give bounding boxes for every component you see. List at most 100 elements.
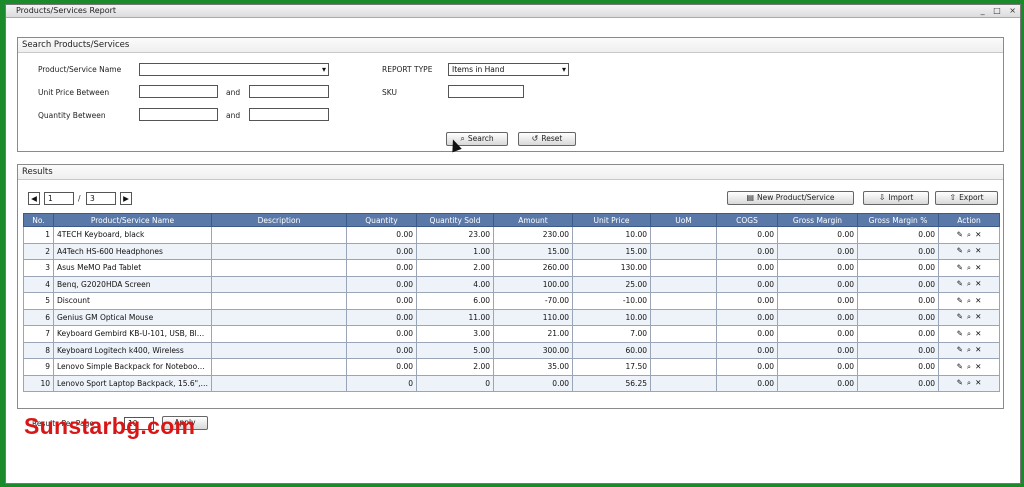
cell-sold: 5.00 xyxy=(416,341,494,359)
new-product-button[interactable]: ▤ New Product/Service xyxy=(727,191,854,205)
column-header[interactable]: Gross Margin xyxy=(777,213,858,227)
report-type-select[interactable]: Items in Hand xyxy=(448,63,569,76)
edit-icon[interactable]: ✎ xyxy=(957,230,963,239)
cell-gm: 0.00 xyxy=(777,242,858,260)
delete-icon[interactable]: ✕ xyxy=(975,329,981,338)
view-icon[interactable]: ⌕ xyxy=(967,378,971,387)
column-header[interactable]: COGS xyxy=(716,213,778,227)
chevron-right-icon: ▶ xyxy=(123,194,129,203)
edit-icon[interactable]: ✎ xyxy=(957,345,963,354)
cell-unit: 25.00 xyxy=(572,275,651,293)
unit-price-max-input[interactable] xyxy=(249,85,329,98)
edit-icon[interactable]: ✎ xyxy=(957,329,963,338)
page-current-input[interactable]: 1 xyxy=(44,192,74,205)
view-icon[interactable]: ⌕ xyxy=(967,345,971,354)
cell-gm: 0.00 xyxy=(777,226,858,244)
table-row[interactable]: 5 Discount 0.00 6.00 -70.00 -10.00 0.00 0.00 0.0… xyxy=(23,292,1000,310)
edit-icon[interactable]: ✎ xyxy=(957,246,963,255)
import-label: Import xyxy=(888,193,914,202)
edit-icon[interactable]: ✎ xyxy=(957,279,963,288)
delete-icon[interactable]: ✕ xyxy=(975,296,981,305)
cell-unit: 56.25 xyxy=(572,374,651,392)
column-header[interactable]: Action xyxy=(938,213,1000,227)
column-header[interactable]: UoM xyxy=(650,213,717,227)
cell-uom xyxy=(650,275,717,293)
cell-gm: 0.00 xyxy=(777,341,858,359)
table-row[interactable]: 7 Keyboard Gembird KB-U-101, USB, Black 0.… xyxy=(23,325,1000,343)
import-button[interactable]: ⇩ Import xyxy=(863,191,929,205)
delete-icon[interactable]: ✕ xyxy=(975,230,981,239)
quantity-min-input[interactable] xyxy=(139,108,218,121)
export-button[interactable]: ⇧ Export xyxy=(935,191,998,205)
cell-sold: 2.00 xyxy=(416,259,494,277)
column-header[interactable]: Amount xyxy=(493,213,573,227)
results-panel: Results ◀ 1 / 3 ▶ ▤ New Product/Service ⇩… xyxy=(17,164,1004,409)
quantity-max-input[interactable] xyxy=(249,108,329,121)
table-row[interactable]: 4 Benq, G2020HDA Screen 0.00 4.00 100.00 25.0… xyxy=(23,275,1000,293)
cell-unit: -10.00 xyxy=(572,292,651,310)
column-header[interactable]: Product/Service Name xyxy=(53,213,212,227)
cell-sold: 11.00 xyxy=(416,308,494,326)
edit-icon[interactable]: ✎ xyxy=(957,362,963,371)
prev-page-button[interactable]: ◀ xyxy=(28,192,40,205)
maximize-icon[interactable]: □ xyxy=(993,6,1001,15)
view-icon[interactable]: ⌕ xyxy=(967,279,971,288)
view-icon[interactable]: ⌕ xyxy=(967,312,971,321)
view-icon[interactable]: ⌕ xyxy=(967,263,971,272)
table-row[interactable]: 10 Lenovo Sport Laptop Backpack, 15.6", B… xyxy=(23,374,1000,392)
sku-input[interactable] xyxy=(448,85,524,98)
view-icon[interactable]: ⌕ xyxy=(967,329,971,338)
title-bar: Products/Services Report _ □ × xyxy=(6,5,1020,18)
cell-qty: 0.00 xyxy=(346,325,417,343)
column-header[interactable]: Gross Margin % xyxy=(857,213,939,227)
cell-no: 4 xyxy=(23,275,54,293)
edit-icon[interactable]: ✎ xyxy=(957,263,963,272)
table-row[interactable]: 9 Lenovo Simple Backpack for Notebook 15.… xyxy=(23,358,1000,376)
delete-icon[interactable]: ✕ xyxy=(975,312,981,321)
cell-qty: 0.00 xyxy=(346,226,417,244)
close-icon[interactable]: × xyxy=(1009,6,1016,15)
edit-icon[interactable]: ✎ xyxy=(957,378,963,387)
delete-icon[interactable]: ✕ xyxy=(975,279,981,288)
view-icon[interactable]: ⌕ xyxy=(967,362,971,371)
cell-uom xyxy=(650,374,717,392)
view-icon[interactable]: ⌕ xyxy=(967,246,971,255)
delete-icon[interactable]: ✕ xyxy=(975,345,981,354)
column-header[interactable]: Unit Price xyxy=(572,213,651,227)
row-actions: ✎ ⌕ ✕ xyxy=(938,308,1000,326)
table-row[interactable]: 2 A4Tech HS-600 Headphones 0.00 1.00 15.00 15… xyxy=(23,242,1000,260)
delete-icon[interactable]: ✕ xyxy=(975,246,981,255)
cell-gm: 0.00 xyxy=(777,275,858,293)
table-row[interactable]: 6 Genius GM Optical Mouse 0.00 11.00 110.00 1… xyxy=(23,308,1000,326)
minimize-icon[interactable]: _ xyxy=(981,6,985,15)
table-row[interactable]: 8 Keyboard Logitech k400, Wireless 0.00 5.0… xyxy=(23,341,1000,359)
delete-icon[interactable]: ✕ xyxy=(975,378,981,387)
product-name-select[interactable] xyxy=(139,63,329,76)
table-row[interactable]: 3 Asus MeMO Pad Tablet 0.00 2.00 260.00 130.0… xyxy=(23,259,1000,277)
unit-price-and-label: and xyxy=(226,88,241,97)
table-row[interactable]: 1 4TECH Keyboard, black 0.00 23.00 230.00 10.… xyxy=(23,226,1000,244)
import-icon: ⇩ xyxy=(878,193,886,202)
cell-name: A4Tech HS-600 Headphones xyxy=(53,242,212,260)
reset-button[interactable]: ↺ Reset xyxy=(518,132,576,146)
reset-icon: ↺ xyxy=(531,134,539,143)
column-header[interactable]: Description xyxy=(211,213,347,227)
edit-icon[interactable]: ✎ xyxy=(957,312,963,321)
cell-amount: 15.00 xyxy=(493,242,573,260)
next-page-button[interactable]: ▶ xyxy=(120,192,132,205)
column-header[interactable]: No. xyxy=(23,213,54,227)
delete-icon[interactable]: ✕ xyxy=(975,362,981,371)
cell-qty: 0 xyxy=(346,374,417,392)
delete-icon[interactable]: ✕ xyxy=(975,263,981,272)
unit-price-min-input[interactable] xyxy=(139,85,218,98)
view-icon[interactable]: ⌕ xyxy=(967,230,971,239)
view-icon[interactable]: ⌕ xyxy=(967,296,971,305)
row-actions: ✎ ⌕ ✕ xyxy=(938,325,1000,343)
edit-icon[interactable]: ✎ xyxy=(957,296,963,305)
column-header[interactable]: Quantity xyxy=(346,213,417,227)
cell-cogs: 0.00 xyxy=(716,259,778,277)
row-actions: ✎ ⌕ ✕ xyxy=(938,341,1000,359)
table-header: No. Product/Service Name Description Quanti… xyxy=(23,213,1000,227)
column-header[interactable]: Quantity Sold xyxy=(416,213,494,227)
cell-cogs: 0.00 xyxy=(716,242,778,260)
